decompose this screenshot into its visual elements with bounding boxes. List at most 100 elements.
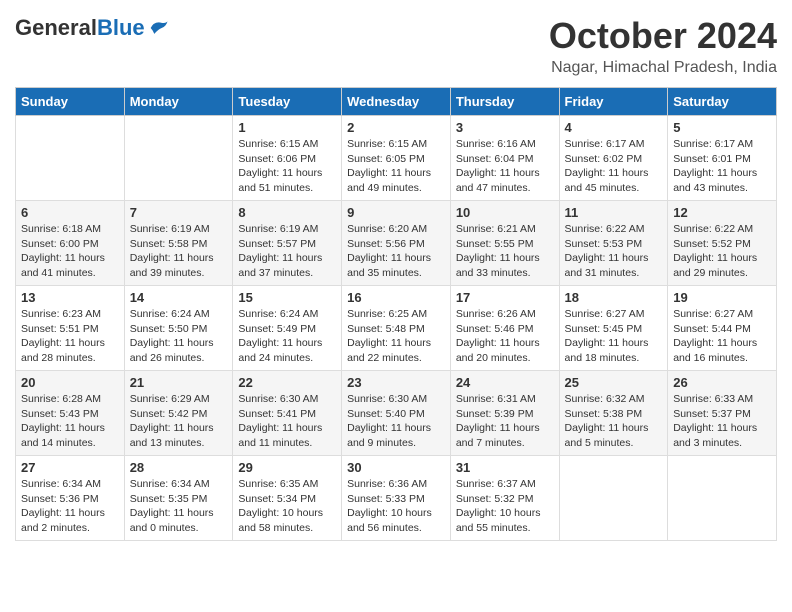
sunset-text: Sunset: 6:05 PM bbox=[347, 153, 425, 165]
daylight-text: Daylight: 11 hours and 18 minutes. bbox=[565, 337, 649, 364]
sunrise-text: Sunrise: 6:27 AM bbox=[565, 308, 645, 320]
day-number: 17 bbox=[456, 290, 554, 305]
calendar-day-cell: 13 Sunrise: 6:23 AM Sunset: 5:51 PM Dayl… bbox=[16, 286, 125, 371]
day-number: 22 bbox=[238, 375, 336, 390]
day-number: 18 bbox=[565, 290, 663, 305]
day-info: Sunrise: 6:17 AM Sunset: 6:01 PM Dayligh… bbox=[673, 137, 771, 196]
sunrise-text: Sunrise: 6:28 AM bbox=[21, 393, 101, 405]
calendar-day-cell: 16 Sunrise: 6:25 AM Sunset: 5:48 PM Dayl… bbox=[342, 286, 451, 371]
calendar-day-cell: 28 Sunrise: 6:34 AM Sunset: 5:35 PM Dayl… bbox=[124, 456, 233, 541]
calendar-day-cell bbox=[16, 116, 125, 201]
sunrise-text: Sunrise: 6:23 AM bbox=[21, 308, 101, 320]
calendar-week-row: 1 Sunrise: 6:15 AM Sunset: 6:06 PM Dayli… bbox=[16, 116, 777, 201]
sunrise-text: Sunrise: 6:33 AM bbox=[673, 393, 753, 405]
day-number: 7 bbox=[130, 205, 228, 220]
calendar-day-cell: 31 Sunrise: 6:37 AM Sunset: 5:32 PM Dayl… bbox=[450, 456, 559, 541]
daylight-text: Daylight: 11 hours and 39 minutes. bbox=[130, 252, 214, 279]
calendar-day-cell: 6 Sunrise: 6:18 AM Sunset: 6:00 PM Dayli… bbox=[16, 201, 125, 286]
sunrise-text: Sunrise: 6:15 AM bbox=[347, 138, 427, 150]
sunset-text: Sunset: 5:53 PM bbox=[565, 238, 643, 250]
day-info: Sunrise: 6:15 AM Sunset: 6:05 PM Dayligh… bbox=[347, 137, 445, 196]
weekday-header: Friday bbox=[559, 88, 668, 116]
calendar-day-cell: 4 Sunrise: 6:17 AM Sunset: 6:02 PM Dayli… bbox=[559, 116, 668, 201]
calendar-day-cell: 18 Sunrise: 6:27 AM Sunset: 5:45 PM Dayl… bbox=[559, 286, 668, 371]
sunset-text: Sunset: 5:40 PM bbox=[347, 408, 425, 420]
daylight-text: Daylight: 11 hours and 11 minutes. bbox=[238, 422, 322, 449]
day-info: Sunrise: 6:34 AM Sunset: 5:35 PM Dayligh… bbox=[130, 477, 228, 536]
sunrise-text: Sunrise: 6:32 AM bbox=[565, 393, 645, 405]
calendar-day-cell: 24 Sunrise: 6:31 AM Sunset: 5:39 PM Dayl… bbox=[450, 371, 559, 456]
calendar-header-row: SundayMondayTuesdayWednesdayThursdayFrid… bbox=[16, 88, 777, 116]
title-area: October 2024 Nagar, Himachal Pradesh, In… bbox=[549, 15, 777, 77]
day-info: Sunrise: 6:27 AM Sunset: 5:44 PM Dayligh… bbox=[673, 307, 771, 366]
sunrise-text: Sunrise: 6:17 AM bbox=[673, 138, 753, 150]
calendar-day-cell: 10 Sunrise: 6:21 AM Sunset: 5:55 PM Dayl… bbox=[450, 201, 559, 286]
day-info: Sunrise: 6:24 AM Sunset: 5:49 PM Dayligh… bbox=[238, 307, 336, 366]
daylight-text: Daylight: 11 hours and 51 minutes. bbox=[238, 167, 322, 194]
calendar-day-cell: 9 Sunrise: 6:20 AM Sunset: 5:56 PM Dayli… bbox=[342, 201, 451, 286]
daylight-text: Daylight: 11 hours and 41 minutes. bbox=[21, 252, 105, 279]
sunset-text: Sunset: 5:50 PM bbox=[130, 323, 208, 335]
sunrise-text: Sunrise: 6:31 AM bbox=[456, 393, 536, 405]
weekday-header: Tuesday bbox=[233, 88, 342, 116]
day-info: Sunrise: 6:31 AM Sunset: 5:39 PM Dayligh… bbox=[456, 392, 554, 451]
daylight-text: Daylight: 11 hours and 31 minutes. bbox=[565, 252, 649, 279]
logo-blue-text: Blue bbox=[97, 15, 145, 41]
day-number: 16 bbox=[347, 290, 445, 305]
day-number: 30 bbox=[347, 460, 445, 475]
calendar-day-cell: 29 Sunrise: 6:35 AM Sunset: 5:34 PM Dayl… bbox=[233, 456, 342, 541]
sunset-text: Sunset: 6:06 PM bbox=[238, 153, 316, 165]
day-number: 14 bbox=[130, 290, 228, 305]
sunset-text: Sunset: 6:00 PM bbox=[21, 238, 99, 250]
calendar-day-cell: 3 Sunrise: 6:16 AM Sunset: 6:04 PM Dayli… bbox=[450, 116, 559, 201]
calendar-day-cell: 22 Sunrise: 6:30 AM Sunset: 5:41 PM Dayl… bbox=[233, 371, 342, 456]
day-number: 23 bbox=[347, 375, 445, 390]
day-info: Sunrise: 6:22 AM Sunset: 5:52 PM Dayligh… bbox=[673, 222, 771, 281]
day-info: Sunrise: 6:28 AM Sunset: 5:43 PM Dayligh… bbox=[21, 392, 119, 451]
day-number: 26 bbox=[673, 375, 771, 390]
calendar-day-cell: 21 Sunrise: 6:29 AM Sunset: 5:42 PM Dayl… bbox=[124, 371, 233, 456]
logo-general-text: General bbox=[15, 15, 97, 41]
sunrise-text: Sunrise: 6:24 AM bbox=[238, 308, 318, 320]
sunrise-text: Sunrise: 6:22 AM bbox=[673, 223, 753, 235]
day-info: Sunrise: 6:34 AM Sunset: 5:36 PM Dayligh… bbox=[21, 477, 119, 536]
sunset-text: Sunset: 5:43 PM bbox=[21, 408, 99, 420]
day-info: Sunrise: 6:16 AM Sunset: 6:04 PM Dayligh… bbox=[456, 137, 554, 196]
sunset-text: Sunset: 5:37 PM bbox=[673, 408, 751, 420]
calendar-week-row: 27 Sunrise: 6:34 AM Sunset: 5:36 PM Dayl… bbox=[16, 456, 777, 541]
day-number: 19 bbox=[673, 290, 771, 305]
day-number: 3 bbox=[456, 120, 554, 135]
sunset-text: Sunset: 6:04 PM bbox=[456, 153, 534, 165]
calendar-week-row: 20 Sunrise: 6:28 AM Sunset: 5:43 PM Dayl… bbox=[16, 371, 777, 456]
day-number: 27 bbox=[21, 460, 119, 475]
day-info: Sunrise: 6:37 AM Sunset: 5:32 PM Dayligh… bbox=[456, 477, 554, 536]
day-number: 28 bbox=[130, 460, 228, 475]
calendar-day-cell: 17 Sunrise: 6:26 AM Sunset: 5:46 PM Dayl… bbox=[450, 286, 559, 371]
daylight-text: Daylight: 10 hours and 58 minutes. bbox=[238, 507, 323, 534]
sunset-text: Sunset: 6:01 PM bbox=[673, 153, 751, 165]
calendar-day-cell: 2 Sunrise: 6:15 AM Sunset: 6:05 PM Dayli… bbox=[342, 116, 451, 201]
sunset-text: Sunset: 5:58 PM bbox=[130, 238, 208, 250]
daylight-text: Daylight: 11 hours and 13 minutes. bbox=[130, 422, 214, 449]
daylight-text: Daylight: 11 hours and 22 minutes. bbox=[347, 337, 431, 364]
calendar-day-cell: 14 Sunrise: 6:24 AM Sunset: 5:50 PM Dayl… bbox=[124, 286, 233, 371]
calendar-day-cell: 26 Sunrise: 6:33 AM Sunset: 5:37 PM Dayl… bbox=[668, 371, 777, 456]
calendar-day-cell: 7 Sunrise: 6:19 AM Sunset: 5:58 PM Dayli… bbox=[124, 201, 233, 286]
daylight-text: Daylight: 10 hours and 56 minutes. bbox=[347, 507, 432, 534]
day-info: Sunrise: 6:35 AM Sunset: 5:34 PM Dayligh… bbox=[238, 477, 336, 536]
day-info: Sunrise: 6:17 AM Sunset: 6:02 PM Dayligh… bbox=[565, 137, 663, 196]
sunset-text: Sunset: 6:02 PM bbox=[565, 153, 643, 165]
calendar-day-cell: 8 Sunrise: 6:19 AM Sunset: 5:57 PM Dayli… bbox=[233, 201, 342, 286]
sunset-text: Sunset: 5:39 PM bbox=[456, 408, 534, 420]
day-info: Sunrise: 6:19 AM Sunset: 5:58 PM Dayligh… bbox=[130, 222, 228, 281]
day-info: Sunrise: 6:15 AM Sunset: 6:06 PM Dayligh… bbox=[238, 137, 336, 196]
sunrise-text: Sunrise: 6:34 AM bbox=[21, 478, 101, 490]
sunrise-text: Sunrise: 6:18 AM bbox=[21, 223, 101, 235]
sunrise-text: Sunrise: 6:24 AM bbox=[130, 308, 210, 320]
sunrise-text: Sunrise: 6:25 AM bbox=[347, 308, 427, 320]
day-info: Sunrise: 6:18 AM Sunset: 6:00 PM Dayligh… bbox=[21, 222, 119, 281]
daylight-text: Daylight: 11 hours and 35 minutes. bbox=[347, 252, 431, 279]
sunrise-text: Sunrise: 6:16 AM bbox=[456, 138, 536, 150]
sunset-text: Sunset: 5:45 PM bbox=[565, 323, 643, 335]
daylight-text: Daylight: 11 hours and 49 minutes. bbox=[347, 167, 431, 194]
